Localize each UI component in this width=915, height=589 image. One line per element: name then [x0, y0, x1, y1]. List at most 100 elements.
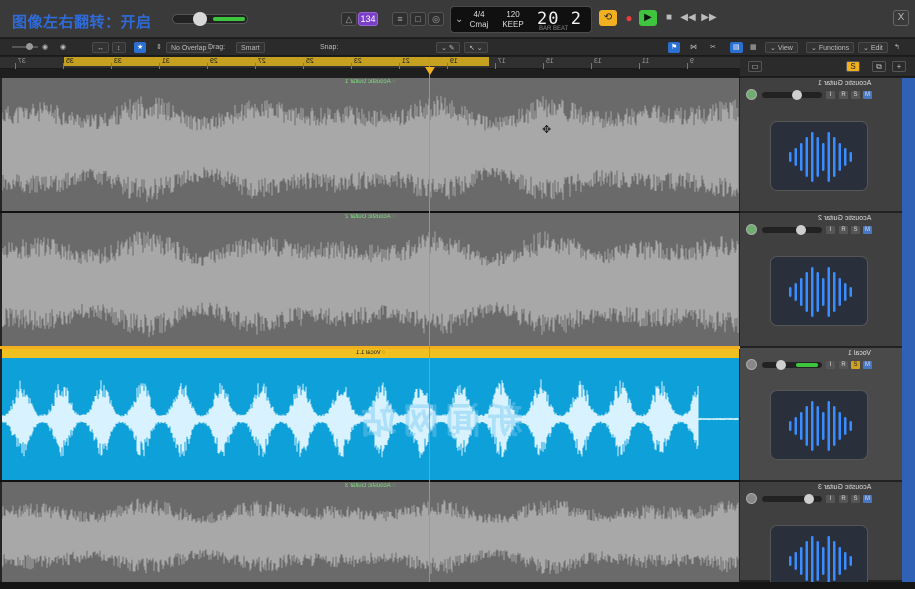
- ruler-number: 29: [210, 58, 218, 65]
- scissors-icon[interactable]: ✂: [710, 42, 716, 53]
- stop-button[interactable]: ■: [660, 10, 678, 26]
- track-volume-slider[interactable]: [762, 90, 822, 100]
- track-icon-bar: [811, 401, 814, 451]
- record-enable-button[interactable]: R: [839, 495, 848, 503]
- track-icon-bar: [849, 152, 852, 162]
- edit-menu[interactable]: ⌄ Edit: [858, 42, 888, 53]
- track-header-4[interactable]: Acoustic Guitar 3 I R S M 4: [740, 482, 915, 589]
- ruler-tick: [303, 63, 304, 69]
- track-view-icon[interactable]: ▤: [730, 42, 743, 53]
- snap-mode-select[interactable]: Smart: [236, 42, 265, 53]
- cycle-button[interactable]: ⟲: [599, 10, 617, 26]
- record-button[interactable]: ●: [620, 10, 638, 26]
- volume-knob[interactable]: [796, 225, 806, 235]
- catch-playhead-icon[interactable]: ★: [134, 42, 147, 53]
- input-button[interactable]: I: [826, 495, 835, 503]
- fast-forward-button[interactable]: ▶▶: [700, 10, 718, 26]
- region-acoustic-guitar-1[interactable]: Acoustic Guitar 1 ◌: [2, 78, 739, 211]
- flex-mode-icon[interactable]: ⋈: [690, 42, 697, 53]
- timeline-ruler[interactable]: 37 35 33 31 29 27 25 23 21 19 17 15 13 11 9: [0, 57, 740, 69]
- mute-button[interactable]: M: [863, 495, 872, 503]
- grid-view-icon[interactable]: ▦: [750, 42, 757, 53]
- vertical-fit-icon[interactable]: ↕: [112, 42, 126, 53]
- track-volume-slider[interactable]: [762, 225, 822, 235]
- solo-button[interactable]: S: [851, 226, 860, 234]
- solo-button[interactable]: S: [851, 495, 860, 503]
- pan-knob[interactable]: [746, 89, 757, 100]
- ruler-number: 11: [642, 58, 650, 65]
- pointer-tool-menu[interactable]: ⌄ ✎: [436, 42, 460, 53]
- secondary-tool-menu[interactable]: ↖ ⌄: [464, 42, 488, 53]
- volume-knob[interactable]: [804, 494, 814, 504]
- play-button[interactable]: ▶: [639, 10, 657, 26]
- functions-menu[interactable]: ⌄ Functions: [806, 42, 855, 53]
- record-enable-button[interactable]: R: [839, 226, 848, 234]
- track-name: Acoustic Guitar 2: [817, 215, 871, 222]
- drag-mode-select[interactable]: No Overlap: [166, 42, 212, 53]
- loop-browser-icon[interactable]: ◎: [428, 12, 444, 26]
- track-header-2[interactable]: Acoustic Guitar 2 I R S M 2: [740, 213, 915, 348]
- volume-knob[interactable]: [792, 90, 802, 100]
- volume-knob[interactable]: [776, 360, 786, 370]
- list-editor-icon[interactable]: ≡: [392, 12, 408, 26]
- zoom-icon[interactable]: ◉: [60, 42, 66, 53]
- count-badge[interactable]: 134: [358, 12, 378, 26]
- track-icon-bar: [805, 541, 808, 581]
- notepad-icon[interactable]: □: [410, 12, 426, 26]
- master-volume-knob[interactable]: [193, 12, 207, 26]
- zoom-slider[interactable]: [12, 43, 38, 50]
- close-button[interactable]: X: [893, 10, 909, 26]
- add-track-icon[interactable]: +: [892, 61, 906, 72]
- tuner-icon[interactable]: △: [341, 12, 357, 26]
- track-icon-bar: [833, 406, 836, 446]
- flex-tool-icon[interactable]: ⚑: [668, 42, 681, 53]
- pan-knob[interactable]: [746, 359, 757, 370]
- back-arrow-icon[interactable]: ↰: [894, 42, 900, 53]
- pan-knob[interactable]: [746, 493, 757, 504]
- input-button[interactable]: I: [826, 226, 835, 234]
- region-acoustic-guitar-2[interactable]: Acoustic Guitar 2 ◌: [2, 213, 739, 346]
- horizontal-fit-icon[interactable]: ↔: [92, 42, 109, 53]
- chevron-down-icon[interactable]: ⌄: [455, 14, 463, 25]
- playhead-marker[interactable]: [425, 67, 435, 75]
- mute-button[interactable]: M: [863, 361, 872, 369]
- track-header-1[interactable]: Acoustic Guitar 1 I R S M 1: [740, 78, 915, 213]
- master-volume-slider[interactable]: [172, 12, 248, 26]
- record-enable-button[interactable]: R: [839, 361, 848, 369]
- lcd-display[interactable]: ⌄ 4/4 Cmaj 120 KEEP 20 2 BAR BEAT: [450, 6, 592, 33]
- zoom-slider-knob[interactable]: [26, 43, 33, 50]
- input-button[interactable]: I: [826, 361, 835, 369]
- solo-button[interactable]: S: [851, 361, 860, 369]
- key-signature: Cmaj: [469, 20, 489, 29]
- drag-stepper-icon[interactable]: ⇕: [156, 42, 162, 53]
- track-color-strip: [902, 78, 915, 582]
- cycle-range[interactable]: [64, 57, 489, 66]
- ruler-number: 33: [114, 58, 122, 65]
- waveform-zoom-icon[interactable]: ◉: [42, 42, 48, 53]
- track-icon-bar: [805, 406, 808, 446]
- track-headers: Acoustic Guitar 1 I R S M 1 Acoustic Gui…: [740, 78, 915, 589]
- playhead[interactable]: [429, 57, 430, 582]
- mute-button[interactable]: M: [863, 91, 872, 99]
- region-acoustic-guitar-3[interactable]: Acoustic Guitar 3 ◌: [2, 482, 739, 582]
- mute-button[interactable]: M: [863, 226, 872, 234]
- s-badge-button[interactable]: S: [846, 61, 860, 72]
- rewind-button[interactable]: ◀◀: [679, 10, 697, 26]
- track-volume-slider[interactable]: [762, 360, 822, 370]
- pan-knob[interactable]: [746, 224, 757, 235]
- track-header-3[interactable]: Vocal 1 I R S M 3: [740, 348, 915, 482]
- input-button[interactable]: I: [826, 91, 835, 99]
- track-icon-bar: [789, 556, 792, 566]
- tracks-area[interactable]: Acoustic Guitar 1 ◌ Acoustic Guitar 2 ◌ …: [0, 78, 740, 582]
- ruler-number: 31: [162, 58, 170, 65]
- ruler-number: 17: [498, 58, 506, 65]
- solo-button[interactable]: S: [851, 91, 860, 99]
- track-volume-slider[interactable]: [762, 494, 822, 504]
- duplicate-track-icon[interactable]: ⧉: [872, 61, 886, 72]
- view-menu[interactable]: ⌄ View: [765, 42, 798, 53]
- global-tracks-icon[interactable]: ▭: [748, 61, 762, 72]
- track-name: Vocal 1: [848, 350, 871, 357]
- track-icon-bar: [816, 541, 819, 581]
- tracks-toolbar: ◉ ◉ ↔ ↕ ★ ⇕ No Overlap Drag: Smart Snap:…: [0, 39, 915, 56]
- record-enable-button[interactable]: R: [839, 91, 848, 99]
